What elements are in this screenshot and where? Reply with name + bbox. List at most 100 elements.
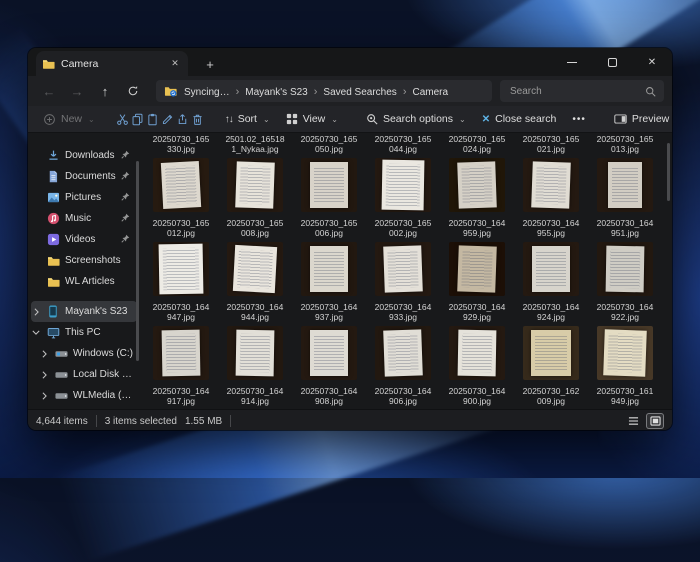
chevron-right-icon[interactable]	[39, 350, 49, 358]
notebook-page-photo	[608, 162, 642, 208]
file-thumbnail	[597, 326, 653, 380]
file-item[interactable]: 20250730_164906.jpg	[366, 322, 440, 406]
file-item[interactable]: 20250730_162009.jpg	[514, 322, 588, 406]
sidebar-item-videos[interactable]: Videos	[31, 229, 137, 250]
rename-button[interactable]	[161, 108, 174, 130]
close-button[interactable]: ✕	[632, 48, 672, 76]
sidebar-item-local-disk-d-[interactable]: Local Disk (D:)	[31, 364, 137, 385]
chevron-right-icon[interactable]	[39, 392, 49, 400]
address-bar[interactable]: Syncing…›Mayank's S23›Saved Searches›Cam…	[156, 80, 492, 102]
drive-windows-icon	[54, 350, 68, 358]
breadcrumb-item[interactable]: Camera	[409, 85, 451, 100]
tab-camera[interactable]: Camera ✕	[36, 51, 188, 76]
file-name: 20250730_165044.jpg	[375, 134, 432, 154]
thumbnail-view-toggle[interactable]	[646, 413, 664, 429]
file-item[interactable]: 20250730_164900.jpg	[440, 322, 514, 406]
folder-icon	[46, 276, 60, 287]
selection-count: 3 items selected	[105, 416, 177, 427]
delete-button[interactable]	[191, 108, 204, 130]
back-button[interactable]: ←	[36, 79, 62, 103]
file-item[interactable]: 20250730_164933.jpg	[366, 238, 440, 322]
breadcrumb-item[interactable]: Mayank's S23	[242, 85, 311, 100]
file-item[interactable]: 20250730_164955.jpg	[514, 154, 588, 238]
sidebar-item-wlmedia-e-[interactable]: WLMedia (E:)	[31, 385, 137, 406]
status-separator	[96, 415, 97, 427]
search-input[interactable]	[508, 85, 639, 98]
notebook-page-photo	[236, 330, 275, 377]
chevron-down-icon[interactable]	[31, 329, 41, 336]
file-item[interactable]: 20250730_164914.jpg	[218, 322, 292, 406]
up-button[interactable]: ↑	[92, 79, 118, 103]
navigation-bar: ← → ↑ Syncing…›Mayank's S23›Saved Search…	[28, 76, 672, 106]
chevron-right-icon[interactable]	[39, 371, 49, 379]
cut-button[interactable]	[116, 108, 129, 130]
file-item[interactable]: 20250730_165050.jpg	[292, 133, 366, 154]
sidebar-item-music[interactable]: Music	[31, 208, 137, 229]
folder-icon	[46, 255, 60, 266]
file-item[interactable]: 20250730_161949.jpg	[588, 322, 662, 406]
sidebar-item-windows-c-[interactable]: Windows (C:)	[31, 343, 137, 364]
sidebar-item-wlonline-f-[interactable]: WLOnline (F:)	[31, 406, 137, 409]
notebook-page-photo	[383, 245, 423, 292]
file-item[interactable]: 20250730_164944.jpg	[218, 238, 292, 322]
search-options-button[interactable]: Search options ⌄	[359, 110, 473, 128]
minimize-button[interactable]	[552, 48, 592, 76]
sidebar-item-wl-articles[interactable]: WL Articles	[31, 271, 137, 292]
content-scrollbar[interactable]	[667, 143, 670, 201]
file-item[interactable]: 2501.02_165181_Nykaa.jpg	[218, 133, 292, 154]
sidebar-scrollbar[interactable]	[136, 161, 139, 361]
details-view-toggle[interactable]	[624, 413, 642, 429]
see-more-button[interactable]: •••	[565, 111, 593, 128]
notebook-page-photo	[233, 245, 277, 293]
new-tab-button[interactable]: +	[198, 52, 222, 76]
file-item[interactable]: 20250730_165006.jpg	[292, 154, 366, 238]
file-item[interactable]: 20250730_164922.jpg	[588, 238, 662, 322]
refresh-button[interactable]	[120, 79, 146, 103]
sidebar-item-this-pc[interactable]: This PC	[31, 322, 137, 343]
paste-button[interactable]	[146, 108, 159, 130]
file-item[interactable]: 20250730_164924.jpg	[514, 238, 588, 322]
search-box[interactable]	[500, 80, 664, 102]
file-item[interactable]: 20250730_165002.jpg	[366, 154, 440, 238]
file-item[interactable]: 20250730_164951.jpg	[588, 154, 662, 238]
breadcrumb-item[interactable]: Syncing…	[181, 85, 233, 100]
file-item[interactable]: 20250730_165008.jpg	[218, 154, 292, 238]
selection-size: 1.55 MB	[185, 416, 222, 427]
file-item[interactable]: 20250730_165330.jpg	[144, 133, 218, 154]
sidebar-item-downloads[interactable]: Downloads	[31, 145, 137, 166]
sidebar-item-screenshots[interactable]: Screenshots	[31, 250, 137, 271]
file-item[interactable]: 20250730_165044.jpg	[366, 133, 440, 154]
file-item[interactable]: 20250730_164937.jpg	[292, 238, 366, 322]
preview-button[interactable]: Preview	[607, 110, 672, 128]
file-item[interactable]: 20250730_164947.jpg	[144, 238, 218, 322]
pin-icon	[121, 234, 133, 246]
new-button[interactable]: New ⌄	[36, 110, 102, 129]
file-item[interactable]: 20250730_164908.jpg	[292, 322, 366, 406]
share-button[interactable]	[176, 108, 189, 130]
copy-button[interactable]	[131, 108, 144, 130]
close-search-label: Close search	[495, 113, 556, 125]
breadcrumb-chevron-icon[interactable]: ›	[311, 86, 321, 98]
breadcrumb-chevron-icon[interactable]: ›	[233, 86, 243, 98]
notebook-page-photo	[310, 246, 348, 292]
sort-button[interactable]: ↑↓ Sort ⌄	[218, 110, 277, 128]
file-item[interactable]: 20250730_164929.jpg	[440, 238, 514, 322]
sidebar-item-mayank-s-s23[interactable]: Mayank's S23	[31, 301, 137, 322]
close-search-button[interactable]: ✕ Close search	[475, 110, 564, 128]
maximize-button[interactable]	[592, 48, 632, 76]
forward-button[interactable]: →	[64, 79, 90, 103]
file-item[interactable]: 20250730_164959.jpg	[440, 154, 514, 238]
sidebar-item-documents[interactable]: Documents	[31, 166, 137, 187]
file-item[interactable]: 20250730_165012.jpg	[144, 154, 218, 238]
tab-close-icon[interactable]: ✕	[168, 57, 182, 71]
file-item[interactable]: 20250730_165021.jpg	[514, 133, 588, 154]
file-thumbnail	[523, 158, 579, 212]
chevron-right-icon[interactable]	[31, 308, 41, 316]
view-button[interactable]: View ⌄	[279, 110, 345, 128]
file-item[interactable]: 20250730_165013.jpg	[588, 133, 662, 154]
sidebar-item-pictures[interactable]: Pictures	[31, 187, 137, 208]
file-item[interactable]: 20250730_165024.jpg	[440, 133, 514, 154]
breadcrumb-item[interactable]: Saved Searches	[320, 85, 399, 100]
file-grid-area: 20250730_165330.jpg2501.02_165181_Nykaa.…	[140, 133, 672, 409]
file-item[interactable]: 20250730_164917.jpg	[144, 322, 218, 406]
